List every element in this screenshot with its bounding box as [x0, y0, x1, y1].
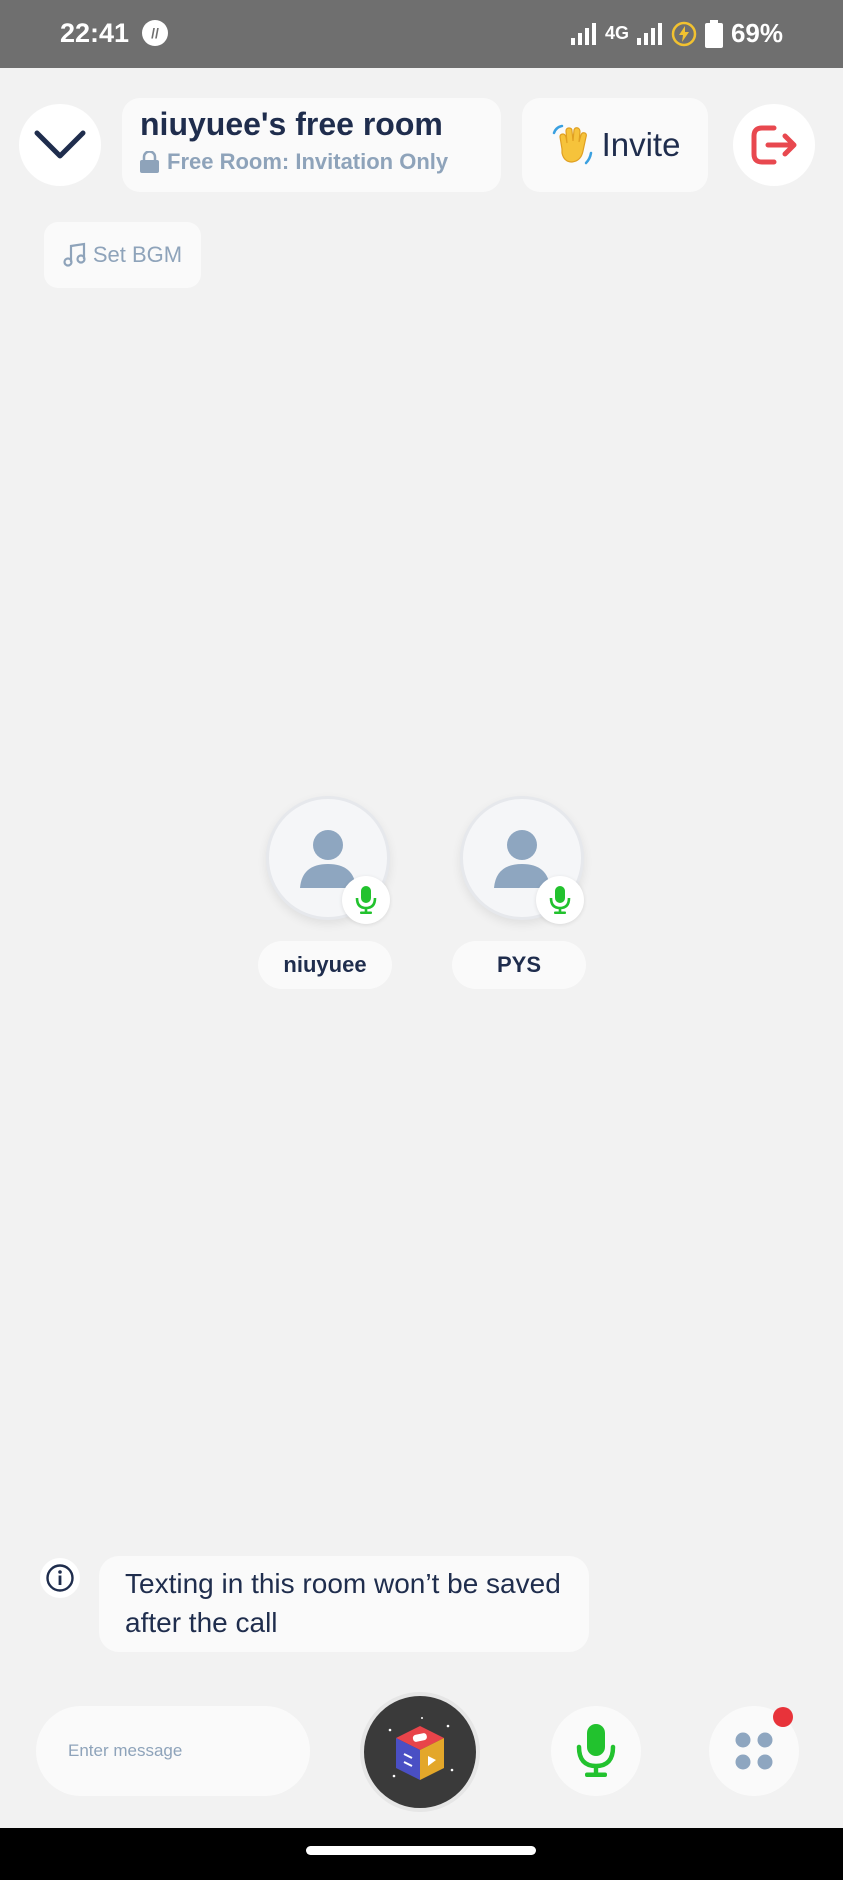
set-bgm-label: Set BGM: [92, 242, 183, 267]
message-input[interactable]: [36, 1706, 310, 1796]
mic-on-badge: [536, 876, 584, 924]
set-bgm-button[interactable]: Set BGM: [44, 222, 201, 288]
battery-level: 69%: [730, 18, 783, 48]
microphone-icon: [576, 1724, 616, 1777]
chevron-down-icon: [34, 130, 86, 159]
game-cube-icon: [388, 1717, 454, 1780]
exit-room-button[interactable]: [733, 104, 815, 186]
info-icon: [40, 1558, 80, 1598]
room-subtitle-text: Free Room: Invitation Only: [167, 149, 449, 174]
waving-hand-icon: [552, 124, 592, 165]
participant-name: PYS: [452, 941, 586, 989]
lock-icon: [140, 151, 159, 173]
battery-icon: [704, 19, 723, 48]
invite-button[interactable]: Invite: [522, 98, 708, 192]
microphone-icon: [355, 886, 377, 914]
game-center-button[interactable]: [360, 1692, 480, 1812]
notification-dot: [773, 1707, 793, 1727]
music-note-icon: [63, 242, 86, 267]
apps-grid-icon: [735, 1732, 773, 1770]
collapse-button[interactable]: [19, 104, 101, 186]
room-title: niuyuee's free room: [140, 106, 443, 142]
microphone-icon: [549, 886, 571, 914]
microphone-button[interactable]: [551, 1706, 641, 1796]
exit-icon: [751, 125, 797, 165]
invite-label: Invite: [601, 126, 681, 163]
app-badge-icon: //: [142, 20, 168, 46]
charging-icon: [671, 21, 697, 46]
status-right: 4G 69%: [570, 18, 783, 49]
room-subtitle: Free Room: Invitation Only: [140, 149, 483, 175]
home-indicator[interactable]: [306, 1846, 536, 1855]
system-nav-bar: [0, 1828, 843, 1880]
network-type: 4G: [604, 23, 629, 43]
room-title-card[interactable]: niuyuee's free room Free Room: Invitatio…: [122, 98, 501, 192]
chat-notice: Texting in this room won’t be saved afte…: [99, 1556, 589, 1652]
signal-icon: [636, 22, 662, 45]
mic-on-badge: [342, 876, 390, 924]
status-time: 22:41: [60, 18, 130, 48]
signal-icon: [570, 22, 596, 45]
status-bar: 22:41 // 4G 69%: [0, 0, 843, 68]
participant-name: niuyuee: [258, 941, 392, 989]
